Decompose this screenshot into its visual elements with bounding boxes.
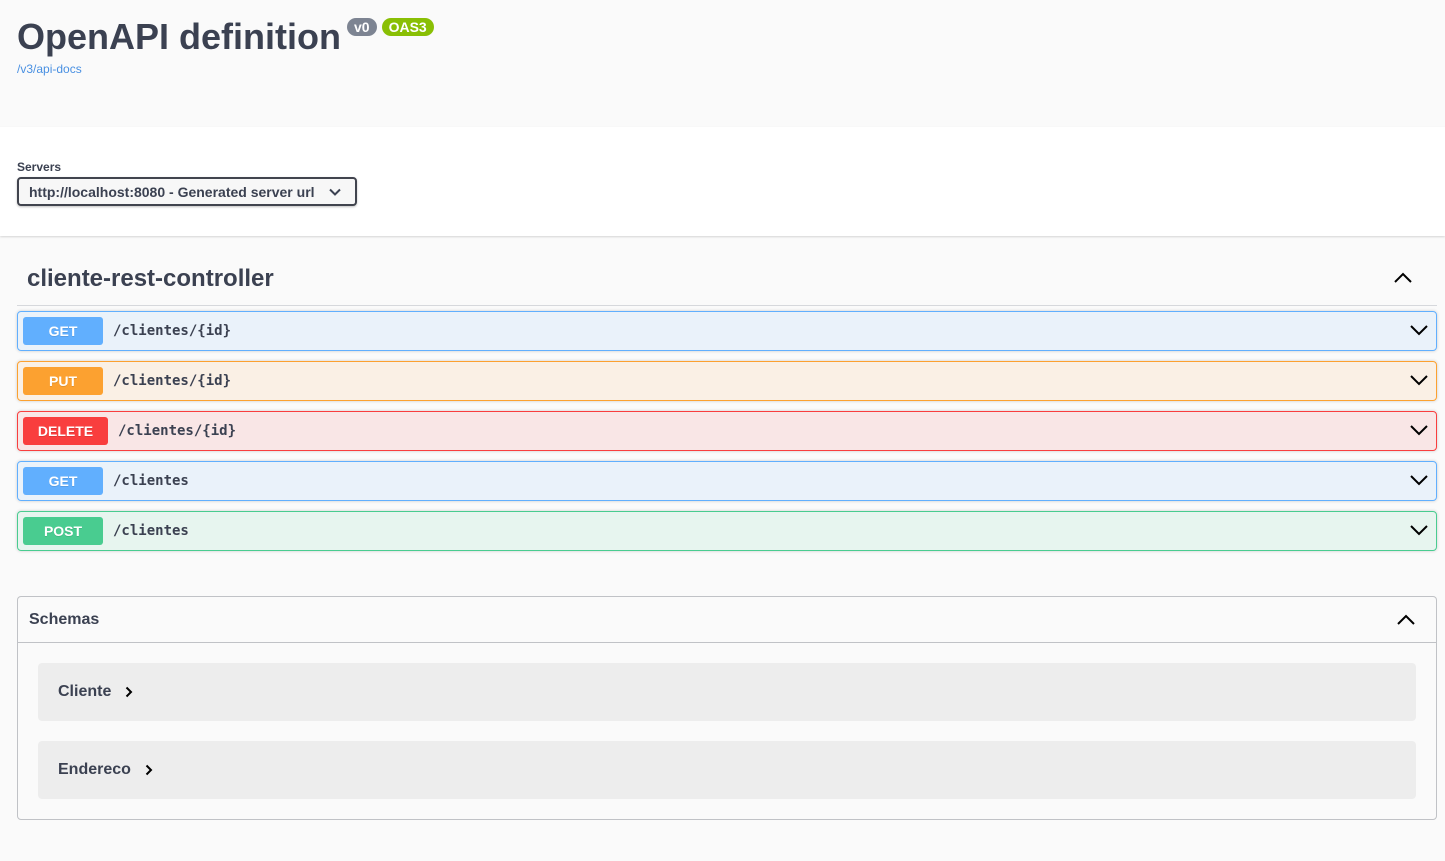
servers-section: Servers http://localhost:8080 - Generate… [0,127,1445,236]
api-docs-link[interactable]: /v3/api-docs [17,62,82,76]
operation-get-clientes[interactable]: GET /clientes [17,461,1437,501]
operation-put-clientes-id[interactable]: PUT /clientes/{id} [17,361,1437,401]
method-badge: DELETE [23,417,108,445]
tag-name: cliente-rest-controller [27,265,274,292]
operation-post-clientes[interactable]: POST /clientes [17,511,1437,551]
page-title: OpenAPI definition [17,16,341,57]
chevron-up-icon[interactable] [1396,614,1416,626]
chevron-down-icon[interactable] [1409,373,1429,387]
operation-path: /clientes/{id} [118,423,237,439]
method-badge: PUT [23,367,103,395]
method-badge: GET [23,467,103,495]
operation-path: /clientes [113,473,189,489]
operation-get-clientes-id[interactable]: GET /clientes/{id} [17,311,1437,351]
model-cliente[interactable]: Cliente [38,663,1416,721]
info-section: OpenAPI definition v0 OAS3 /v3/api-docs [0,0,1445,127]
servers-label: Servers [17,160,62,174]
operation-path: /clientes/{id} [113,373,232,389]
chevron-down-icon[interactable] [1409,423,1429,437]
chevron-right-icon[interactable] [145,764,153,776]
version-badge: v0 [346,18,377,36]
tag-header[interactable]: cliente-rest-controller [17,236,1437,306]
tag-section: cliente-rest-controller GET /clientes/{i… [0,236,1445,551]
chevron-right-icon[interactable] [125,686,133,698]
operation-path: /clientes/{id} [113,323,232,339]
server-select-value: http://localhost:8080 - Generated server… [29,183,315,200]
model-name: Cliente [58,683,112,700]
operation-delete-clientes-id[interactable]: DELETE /clientes/{id} [17,411,1437,451]
method-badge: GET [23,317,103,345]
server-select[interactable]: http://localhost:8080 - Generated server… [17,177,357,206]
title-row: OpenAPI definition v0 OAS3 [17,16,1445,58]
schemas-header[interactable]: Schemas [18,597,1436,643]
chevron-down-icon[interactable] [1409,523,1429,537]
schemas-section: Schemas Cliente Endereco [17,596,1437,820]
operation-path: /clientes [113,523,189,539]
chevron-up-icon[interactable] [1393,272,1413,284]
oas-badge: OAS3 [381,18,434,36]
schemas-label: Schemas [29,610,100,628]
chevron-down-icon [328,188,341,196]
chevron-down-icon[interactable] [1409,473,1429,487]
method-badge: POST [23,517,103,545]
chevron-down-icon[interactable] [1409,323,1429,337]
model-endereco[interactable]: Endereco [38,741,1416,799]
model-name: Endereco [58,761,131,778]
